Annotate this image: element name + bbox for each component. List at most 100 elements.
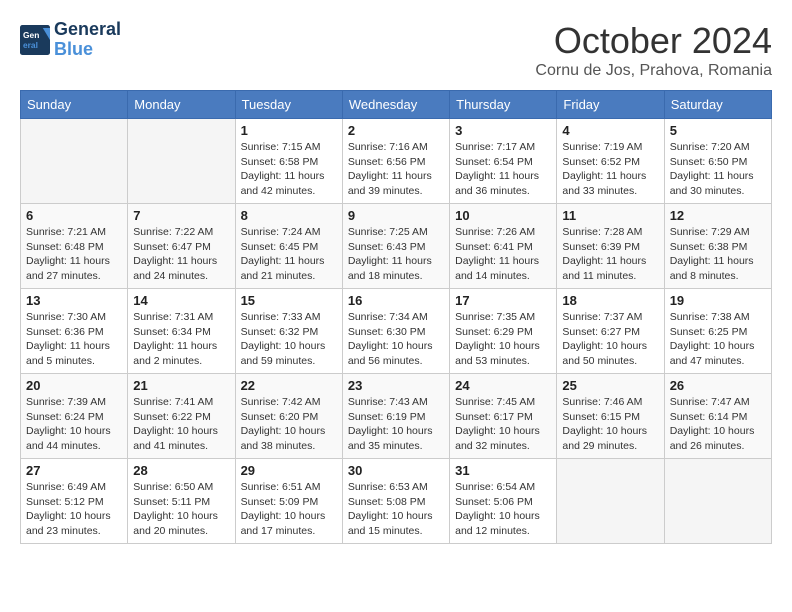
- day-info: Sunrise: 6:50 AMSunset: 5:11 PMDaylight:…: [133, 480, 229, 539]
- day-info: Sunrise: 7:33 AMSunset: 6:32 PMDaylight:…: [241, 310, 337, 369]
- logo-line2: Blue: [54, 39, 93, 59]
- day-info: Sunrise: 7:24 AMSunset: 6:45 PMDaylight:…: [241, 225, 337, 284]
- day-info: Sunrise: 6:51 AMSunset: 5:09 PMDaylight:…: [241, 480, 337, 539]
- svg-text:eral: eral: [23, 40, 38, 50]
- logo: Gen eral General Blue: [20, 20, 121, 60]
- day-info: Sunrise: 7:29 AMSunset: 6:38 PMDaylight:…: [670, 225, 766, 284]
- day-info: Sunrise: 7:35 AMSunset: 6:29 PMDaylight:…: [455, 310, 551, 369]
- day-info: Sunrise: 7:42 AMSunset: 6:20 PMDaylight:…: [241, 395, 337, 454]
- week-row-5: 27 Sunrise: 6:49 AMSunset: 5:12 PMDayligh…: [21, 459, 772, 544]
- day-header-friday: Friday: [557, 91, 664, 119]
- day-number: 29: [241, 463, 337, 478]
- calendar-cell: [557, 459, 664, 544]
- day-info: Sunrise: 7:46 AMSunset: 6:15 PMDaylight:…: [562, 395, 658, 454]
- day-info: Sunrise: 7:31 AMSunset: 6:34 PMDaylight:…: [133, 310, 229, 369]
- day-info: Sunrise: 7:37 AMSunset: 6:27 PMDaylight:…: [562, 310, 658, 369]
- calendar-cell: 28 Sunrise: 6:50 AMSunset: 5:11 PMDayligh…: [128, 459, 235, 544]
- day-info: Sunrise: 7:30 AMSunset: 6:36 PMDaylight:…: [26, 310, 122, 369]
- day-number: 26: [670, 378, 766, 393]
- day-number: 27: [26, 463, 122, 478]
- day-number: 13: [26, 293, 122, 308]
- day-number: 4: [562, 123, 658, 138]
- day-header-saturday: Saturday: [664, 91, 771, 119]
- day-number: 14: [133, 293, 229, 308]
- day-number: 17: [455, 293, 551, 308]
- day-info: Sunrise: 7:21 AMSunset: 6:48 PMDaylight:…: [26, 225, 122, 284]
- calendar-cell: 7Sunrise: 7:22 AMSunset: 6:47 PMDaylight…: [128, 204, 235, 289]
- logo-text: General Blue: [54, 20, 121, 60]
- day-info: Sunrise: 7:47 AMSunset: 6:14 PMDaylight:…: [670, 395, 766, 454]
- calendar-cell: 8 Sunrise: 7:24 AMSunset: 6:45 PMDaylight…: [235, 204, 342, 289]
- calendar-cell: 30 Sunrise: 6:53 AMSunset: 5:08 PMDayligh…: [342, 459, 449, 544]
- calendar-header-row: SundayMondayTuesdayWednesdayThursdayFrid…: [21, 91, 772, 119]
- calendar-cell: 10 Sunrise: 7:26 AMSunset: 6:41 PMDayligh…: [450, 204, 557, 289]
- calendar-cell: 15 Sunrise: 7:33 AMSunset: 6:32 PMDayligh…: [235, 289, 342, 374]
- day-info: Sunrise: 7:43 AMSunset: 6:19 PMDaylight:…: [348, 395, 444, 454]
- day-info: Sunrise: 7:15 AMSunset: 6:58 PMDaylight:…: [241, 140, 337, 199]
- calendar-cell: 26 Sunrise: 7:47 AMSunset: 6:14 PMDayligh…: [664, 374, 771, 459]
- calendar-cell: 6 Sunrise: 7:21 AMSunset: 6:48 PMDaylight…: [21, 204, 128, 289]
- calendar-cell: 27 Sunrise: 6:49 AMSunset: 5:12 PMDayligh…: [21, 459, 128, 544]
- day-number: 8: [241, 208, 337, 223]
- day-header-tuesday: Tuesday: [235, 91, 342, 119]
- calendar-cell: [21, 119, 128, 204]
- day-header-thursday: Thursday: [450, 91, 557, 119]
- calendar-cell: 19Sunrise: 7:38 AMSunset: 6:25 PMDayligh…: [664, 289, 771, 374]
- day-number: 5: [670, 123, 766, 138]
- week-row-2: 6 Sunrise: 7:21 AMSunset: 6:48 PMDaylight…: [21, 204, 772, 289]
- calendar-cell: 23Sunrise: 7:43 AMSunset: 6:19 PMDayligh…: [342, 374, 449, 459]
- logo-line1: General: [54, 19, 121, 39]
- day-number: 15: [241, 293, 337, 308]
- day-number: 6: [26, 208, 122, 223]
- day-info: Sunrise: 6:49 AMSunset: 5:12 PMDaylight:…: [26, 480, 122, 539]
- day-info: Sunrise: 7:45 AMSunset: 6:17 PMDaylight:…: [455, 395, 551, 454]
- day-number: 30: [348, 463, 444, 478]
- day-info: Sunrise: 6:53 AMSunset: 5:08 PMDaylight:…: [348, 480, 444, 539]
- calendar-table: SundayMondayTuesdayWednesdayThursdayFrid…: [20, 90, 772, 544]
- day-header-wednesday: Wednesday: [342, 91, 449, 119]
- day-info: Sunrise: 7:28 AMSunset: 6:39 PMDaylight:…: [562, 225, 658, 284]
- day-number: 28: [133, 463, 229, 478]
- calendar-cell: 11 Sunrise: 7:28 AMSunset: 6:39 PMDayligh…: [557, 204, 664, 289]
- calendar-cell: 2 Sunrise: 7:16 AMSunset: 6:56 PMDaylight…: [342, 119, 449, 204]
- calendar-cell: 24 Sunrise: 7:45 AMSunset: 6:17 PMDayligh…: [450, 374, 557, 459]
- day-number: 10: [455, 208, 551, 223]
- calendar-cell: 4 Sunrise: 7:19 AMSunset: 6:52 PMDaylight…: [557, 119, 664, 204]
- day-info: Sunrise: 7:26 AMSunset: 6:41 PMDaylight:…: [455, 225, 551, 284]
- calendar-cell: 20Sunrise: 7:39 AMSunset: 6:24 PMDayligh…: [21, 374, 128, 459]
- calendar-cell: 14 Sunrise: 7:31 AMSunset: 6:34 PMDayligh…: [128, 289, 235, 374]
- day-number: 22: [241, 378, 337, 393]
- calendar-cell: 29 Sunrise: 6:51 AMSunset: 5:09 PMDayligh…: [235, 459, 342, 544]
- day-number: 25: [562, 378, 658, 393]
- calendar-cell: 16Sunrise: 7:34 AMSunset: 6:30 PMDayligh…: [342, 289, 449, 374]
- day-header-sunday: Sunday: [21, 91, 128, 119]
- day-number: 20: [26, 378, 122, 393]
- day-number: 11: [562, 208, 658, 223]
- day-number: 18: [562, 293, 658, 308]
- month-title: October 2024: [535, 20, 772, 62]
- calendar-cell: 5Sunrise: 7:20 AMSunset: 6:50 PMDaylight…: [664, 119, 771, 204]
- calendar-cell: [664, 459, 771, 544]
- calendar-cell: 13 Sunrise: 7:30 AMSunset: 6:36 PMDayligh…: [21, 289, 128, 374]
- title-section: October 2024 Cornu de Jos, Prahova, Roma…: [535, 20, 772, 80]
- calendar-cell: [128, 119, 235, 204]
- week-row-1: 1 Sunrise: 7:15 AMSunset: 6:58 PMDaylight…: [21, 119, 772, 204]
- day-info: Sunrise: 7:25 AMSunset: 6:43 PMDaylight:…: [348, 225, 444, 284]
- day-info: Sunrise: 6:54 AMSunset: 5:06 PMDaylight:…: [455, 480, 551, 539]
- day-number: 16: [348, 293, 444, 308]
- logo-icon: Gen eral: [20, 25, 50, 55]
- day-number: 2: [348, 123, 444, 138]
- day-info: Sunrise: 7:41 AMSunset: 6:22 PMDaylight:…: [133, 395, 229, 454]
- calendar-cell: 3Sunrise: 7:17 AMSunset: 6:54 PMDaylight…: [450, 119, 557, 204]
- day-number: 21: [133, 378, 229, 393]
- day-number: 19: [670, 293, 766, 308]
- day-info: Sunrise: 7:16 AMSunset: 6:56 PMDaylight:…: [348, 140, 444, 199]
- calendar-cell: 25 Sunrise: 7:46 AMSunset: 6:15 PMDayligh…: [557, 374, 664, 459]
- calendar-cell: 9Sunrise: 7:25 AMSunset: 6:43 PMDaylight…: [342, 204, 449, 289]
- day-info: Sunrise: 7:19 AMSunset: 6:52 PMDaylight:…: [562, 140, 658, 199]
- day-number: 24: [455, 378, 551, 393]
- calendar-cell: 21 Sunrise: 7:41 AMSunset: 6:22 PMDayligh…: [128, 374, 235, 459]
- calendar-cell: 18 Sunrise: 7:37 AMSunset: 6:27 PMDayligh…: [557, 289, 664, 374]
- day-number: 1: [241, 123, 337, 138]
- week-row-4: 20Sunrise: 7:39 AMSunset: 6:24 PMDayligh…: [21, 374, 772, 459]
